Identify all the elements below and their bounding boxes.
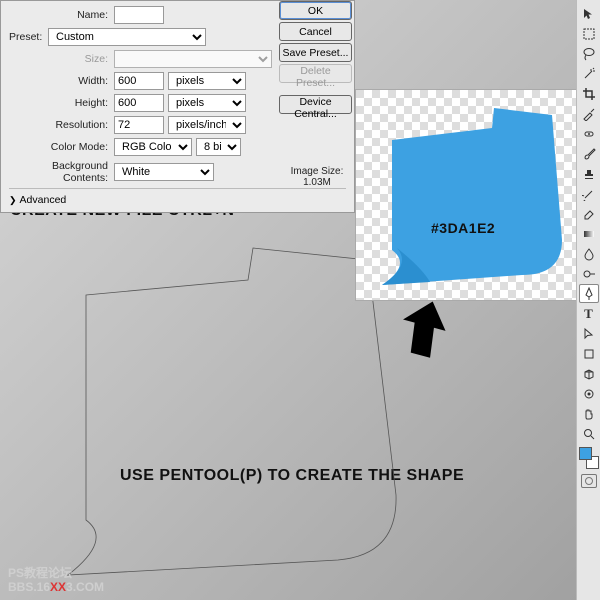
healing-tool-icon[interactable] xyxy=(579,124,599,143)
eyedropper-tool-icon[interactable] xyxy=(579,104,599,123)
marquee-tool-icon[interactable] xyxy=(579,24,599,43)
advanced-label: Advanced xyxy=(20,194,67,206)
type-tool-icon[interactable]: T xyxy=(579,304,599,323)
bg-label: Background Contents: xyxy=(9,160,114,184)
width-unit-select[interactable]: pixels xyxy=(168,72,246,90)
foreground-color-swatch[interactable] xyxy=(579,447,592,460)
move-tool-icon[interactable] xyxy=(579,4,599,23)
advanced-toggle[interactable]: ❯ Advanced xyxy=(1,191,354,206)
width-input[interactable] xyxy=(114,72,164,90)
zoom-tool-icon[interactable] xyxy=(579,424,599,443)
path-select-icon[interactable] xyxy=(579,324,599,343)
save-preset-button[interactable]: Save Preset... xyxy=(279,43,352,62)
bg-select[interactable]: White xyxy=(114,163,214,181)
dialog-buttons: OK Cancel Save Preset... Delete Preset..… xyxy=(279,1,355,188)
quickmask-icon[interactable] xyxy=(581,474,597,488)
height-input[interactable] xyxy=(114,94,164,112)
3d-tool-icon[interactable] xyxy=(579,364,599,383)
blur-tool-icon[interactable] xyxy=(579,244,599,263)
height-label: Height: xyxy=(9,97,114,109)
device-central-button[interactable]: Device Central... xyxy=(279,95,352,114)
delete-preset-button: Delete Preset... xyxy=(279,64,352,83)
height-unit-select[interactable]: pixels xyxy=(168,94,246,112)
gradient-tool-icon[interactable] xyxy=(579,224,599,243)
blue-shape xyxy=(362,100,567,295)
watermark: PS教程论坛 BBS.16XX3.COM xyxy=(8,566,104,594)
preset-select[interactable]: Custom xyxy=(48,28,206,46)
size-label: Size: xyxy=(9,53,114,65)
resolution-label: Resolution: xyxy=(9,119,114,131)
crop-tool-icon[interactable] xyxy=(579,84,599,103)
name-label: Name: xyxy=(9,9,114,21)
arrow-icon xyxy=(395,300,450,363)
canvas-preview: #3DA1E2 xyxy=(355,89,577,301)
resolution-input[interactable] xyxy=(114,116,164,134)
shape-tool-icon[interactable] xyxy=(579,344,599,363)
color-swatches[interactable] xyxy=(579,447,599,469)
image-size-info: Image Size: 1.03M xyxy=(279,166,355,188)
width-label: Width: xyxy=(9,75,114,87)
preset-label: Preset: xyxy=(9,31,48,43)
bitdepth-select[interactable]: 8 bit xyxy=(196,138,241,156)
chevron-down-icon: ❯ xyxy=(9,195,17,206)
camera-tool-icon[interactable] xyxy=(579,384,599,403)
lasso-tool-icon[interactable] xyxy=(579,44,599,63)
cancel-button[interactable]: Cancel xyxy=(279,22,352,41)
name-input[interactable] xyxy=(114,6,164,24)
dodge-tool-icon[interactable] xyxy=(579,264,599,283)
hex-color-label: #3DA1E2 xyxy=(431,220,495,236)
pen-tool-icon[interactable] xyxy=(579,284,599,303)
history-brush-icon[interactable] xyxy=(579,184,599,203)
brush-tool-icon[interactable] xyxy=(579,144,599,163)
tools-panel: T xyxy=(576,0,600,600)
eraser-tool-icon[interactable] xyxy=(579,204,599,223)
wand-tool-icon[interactable] xyxy=(579,64,599,83)
size-select xyxy=(114,50,272,68)
colormode-select[interactable]: RGB Color xyxy=(114,138,192,156)
resolution-unit-select[interactable]: pixels/inch xyxy=(168,116,246,134)
ok-button[interactable]: OK xyxy=(279,1,352,20)
stamp-tool-icon[interactable] xyxy=(579,164,599,183)
hand-tool-icon[interactable] xyxy=(579,404,599,423)
colormode-label: Color Mode: xyxy=(9,141,114,153)
